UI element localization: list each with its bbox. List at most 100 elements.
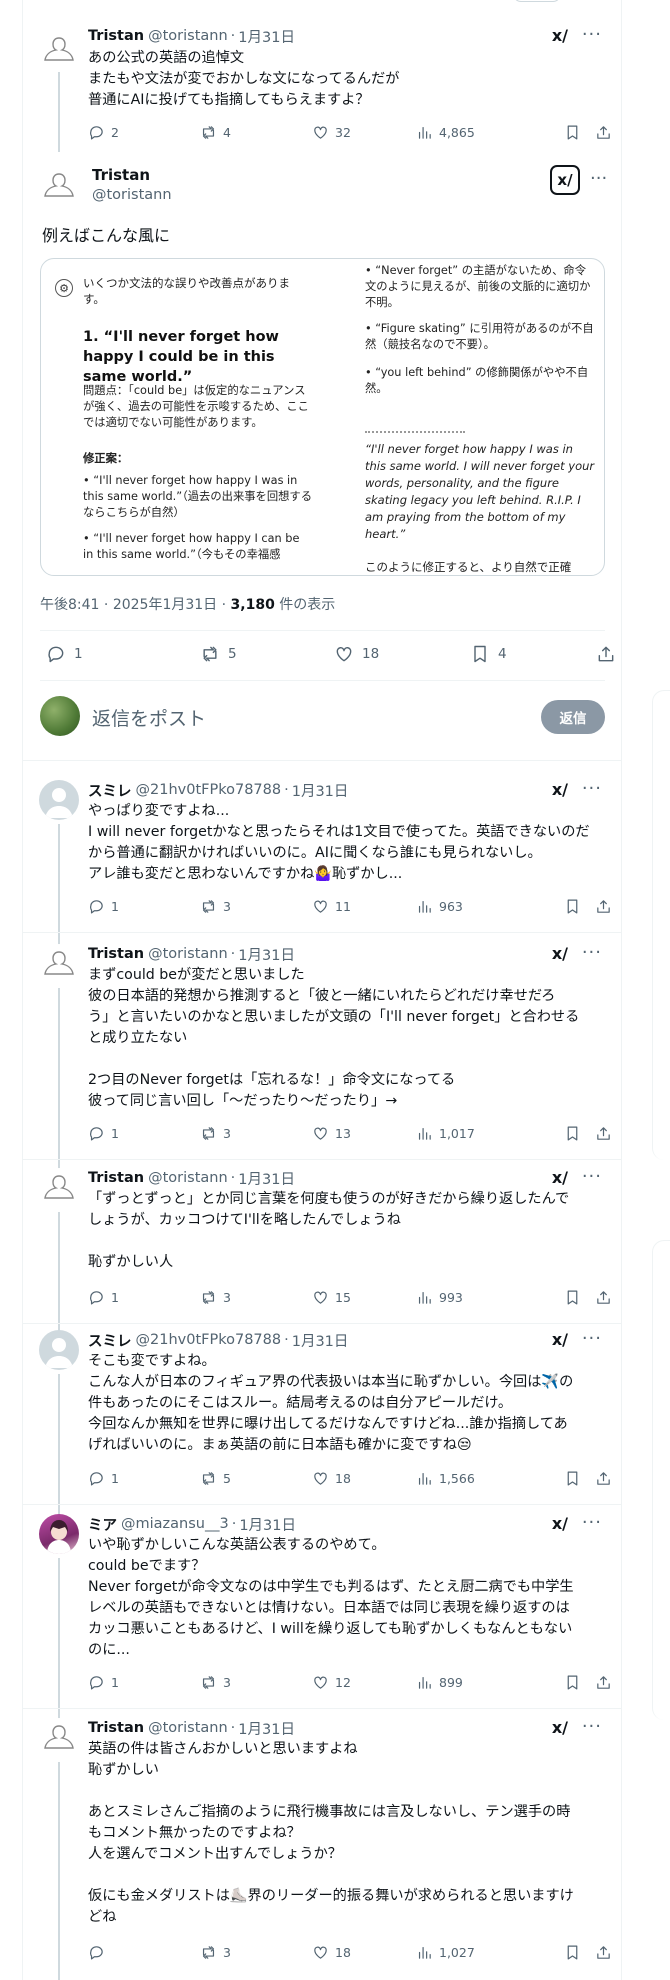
more-icon[interactable]: ··· [582,1166,602,1187]
retweet-button[interactable]: 3 [200,898,312,915]
avatar[interactable] [39,1514,79,1554]
reply-tweet[interactable]: ミア @miazansu__3 · 1月31日 x/··· いや恥ずかしいこんな英語公表す… [22,1502,622,1728]
more-icon[interactable]: ··· [582,1512,602,1533]
views-button[interactable]: 899 [416,1674,532,1691]
share-icon[interactable] [595,1944,612,1961]
author-name[interactable]: スミレ [88,1330,132,1351]
like-button[interactable]: 18 [312,1470,416,1487]
tweet-time[interactable]: 午後8:41 [40,597,99,613]
reply-button[interactable]: 1 [88,1125,200,1142]
reply-tweet[interactable]: Tristan @toristann · 1月31日 x/··· 「ずっとずっと」とか同じ… [22,1156,622,1342]
grok-icon[interactable]: x/ [552,1330,568,1349]
author-handle[interactable]: @21hv0tFPko78788 [136,782,282,798]
more-icon[interactable]: ··· [582,778,602,799]
bookmark-icon[interactable] [564,1125,581,1142]
separator-dot: · [230,1170,236,1186]
grok-icon[interactable]: x/ [550,165,580,195]
bookmark-button[interactable]: 4 [470,644,507,664]
retweet-button[interactable]: 5 [200,644,237,664]
views-button[interactable]: 1,566 [416,1470,532,1487]
tweet-date[interactable]: 1月31日 [292,1330,349,1351]
share-icon[interactable] [595,1470,612,1487]
share-icon[interactable] [595,898,612,915]
views-button[interactable]: 993 [416,1289,532,1306]
retweet-button[interactable]: 5 [200,1470,312,1487]
like-button[interactable]: 11 [312,898,416,915]
tweet-date[interactable]: 1月31日 [238,944,295,965]
author-handle[interactable]: @toristann [148,1170,228,1186]
grok-icon[interactable]: x/ [552,1514,568,1533]
avatar[interactable] [39,1718,79,1758]
author-name[interactable]: Tristan [88,1170,144,1186]
tweet-date[interactable]: 1月31日 [238,1718,295,1739]
author-name[interactable]: Tristan [88,946,144,962]
tweet-date[interactable]: 1月31日 [239,1514,296,1535]
reply-tweet[interactable]: Tristan @toristann · 1月31日 x/··· まずcould beが変… [22,932,622,1178]
views-button[interactable]: 963 [416,898,532,915]
more-icon[interactable]: ··· [590,168,607,189]
view-total: 3,180 [230,597,275,613]
attached-image[interactable]: ⚙ いくつか文法的な誤りや改善点があります。 1. “I'll never fo… [40,258,605,576]
like-button[interactable]: 18 [312,1944,416,1961]
heart-icon [336,647,352,662]
tweet-line [88,1231,610,1252]
reply-button[interactable]: 1 [46,644,83,664]
reply-tweet[interactable]: スミレ @21hv0tFPko78788 · 1月31日 x/··· やっぱり変ですよね.… [22,768,622,974]
reply-composer: 返信をポスト 返信 [40,694,605,742]
like-button[interactable]: 13 [312,1125,416,1142]
reply-submit-button[interactable]: 返信 [541,700,605,734]
avatar[interactable] [39,1168,79,1208]
reply-button[interactable]: 1 [88,1674,200,1691]
bookmark-icon[interactable] [564,898,581,915]
share-button[interactable] [596,644,616,664]
retweet-button[interactable]: 3 [200,1125,312,1142]
views-icon [418,1127,431,1140]
share-icon[interactable] [595,1674,612,1691]
avatar[interactable] [40,696,80,736]
more-icon[interactable]: ··· [582,1328,602,1349]
bookmark-icon[interactable] [564,1944,581,1961]
reply-tweet[interactable]: Tristan @toristann · 1月31日 x/··· 英語の件は皆さんおかしい… [22,1706,622,1980]
grok-icon[interactable]: x/ [552,944,568,963]
author-handle[interactable]: @toristann [148,1720,228,1736]
grok-icon[interactable]: x/ [552,1168,568,1187]
more-icon[interactable]: ··· [582,1716,602,1737]
avatar[interactable] [39,166,79,206]
bookmark-icon[interactable] [564,1674,581,1691]
tweet-date[interactable]: 1月31日 [238,1168,295,1189]
tweet-date[interactable]: 1月31日 [292,780,349,801]
reply-button[interactable] [88,1944,200,1961]
tweet-full-date[interactable]: 2025年1月31日 [113,597,217,613]
share-icon[interactable] [595,1125,612,1142]
reply-input[interactable]: 返信をポスト [92,704,206,731]
author-name[interactable]: Tristan [92,166,150,184]
author-handle[interactable]: @toristann [92,187,172,203]
like-button[interactable]: 18 [334,644,379,664]
like-button[interactable]: 12 [312,1674,416,1691]
bookmark-icon[interactable] [564,1289,581,1306]
retweet-button[interactable]: 3 [200,1289,312,1306]
reply-tweet[interactable]: スミレ @21hv0tFPko78788 · 1月31日 x/··· そこも変ですよね。こ… [22,1318,622,1524]
reply-button[interactable]: 1 [88,898,200,915]
avatar[interactable] [39,944,79,984]
author-name[interactable]: ミア [88,1514,117,1535]
grok-icon[interactable]: x/ [552,780,568,799]
views-button[interactable]: 1,027 [416,1944,532,1961]
like-button[interactable]: 15 [312,1289,416,1306]
avatar[interactable] [39,1330,79,1370]
retweet-button[interactable]: 3 [200,1944,312,1961]
reply-button[interactable]: 1 [88,1289,200,1306]
reply-button[interactable]: 1 [88,1470,200,1487]
bookmark-icon[interactable] [564,1470,581,1487]
retweet-button[interactable]: 3 [200,1674,312,1691]
author-name[interactable]: Tristan [88,1720,144,1736]
more-icon[interactable]: ··· [582,942,602,963]
author-handle[interactable]: @21hv0tFPko78788 [136,1332,282,1348]
author-name[interactable]: スミレ [88,780,132,801]
author-handle[interactable]: @miazansu__3 [121,1516,229,1532]
share-icon[interactable] [595,1289,612,1306]
author-handle[interactable]: @toristann [148,946,228,962]
grok-icon[interactable]: x/ [552,1718,568,1737]
avatar[interactable] [39,780,79,820]
views-button[interactable]: 1,017 [416,1125,532,1142]
